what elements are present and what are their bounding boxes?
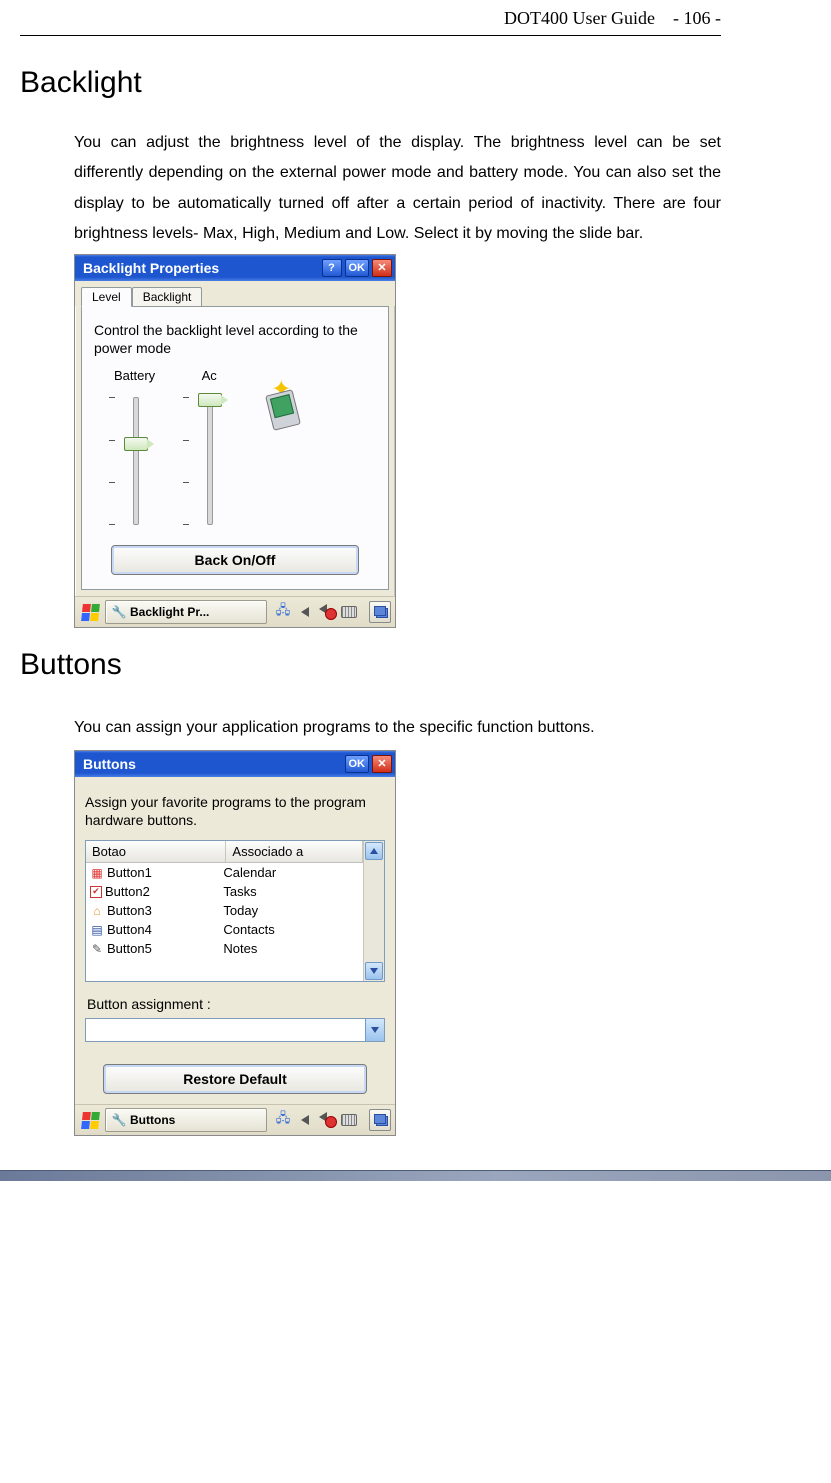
- volume-icon[interactable]: [297, 604, 313, 620]
- volume-icon[interactable]: [297, 1112, 313, 1128]
- row-assoc: Today: [217, 903, 363, 918]
- row-assoc: Tasks: [217, 884, 363, 899]
- doc-title: DOT400 User Guide: [504, 8, 655, 28]
- network-icon[interactable]: 🖧: [275, 604, 291, 620]
- label-button-assignment: Button assignment :: [87, 996, 385, 1012]
- window-backlight-properties: Backlight Properties ? OK ✕ Level Backli…: [74, 254, 396, 629]
- wrench-icon: 🔧: [112, 605, 126, 619]
- close-icon: ✕: [377, 757, 386, 770]
- heading-backlight: Backlight: [20, 66, 721, 100]
- row-name: Button1: [107, 865, 152, 880]
- list-header: Botao Associado a: [86, 841, 363, 863]
- row-name: Button5: [107, 941, 152, 956]
- scrollbar[interactable]: [363, 841, 384, 981]
- panel-instruction: Control the backlight level according to…: [94, 321, 376, 359]
- windows-stack-icon: [374, 1114, 386, 1126]
- assignment-combobox[interactable]: [85, 1018, 385, 1042]
- windows-flag-icon: [81, 604, 100, 621]
- page-number: - 106 -: [673, 8, 721, 28]
- page-footer-bar: [0, 1170, 831, 1181]
- taskbar-app-button[interactable]: 🔧 Backlight Pr...: [105, 600, 267, 624]
- panel-buttons: Assign your favorite programs to the pro…: [75, 777, 395, 1105]
- pda-icon: [265, 389, 301, 431]
- row-assoc: Notes: [217, 941, 363, 956]
- slider-thumb-ac[interactable]: [198, 393, 222, 407]
- contacts-icon: ▤: [90, 923, 104, 937]
- panel-instruction: Assign your favorite programs to the pro…: [85, 793, 385, 831]
- taskbar-app-button[interactable]: 🔧 Buttons: [105, 1108, 267, 1132]
- task-switch-button[interactable]: [369, 601, 391, 623]
- close-button[interactable]: ✕: [372, 755, 392, 773]
- volume-mute-icon[interactable]: [319, 604, 335, 620]
- paragraph-buttons: You can assign your application programs…: [74, 710, 721, 745]
- slider-battery[interactable]: [121, 391, 149, 531]
- scroll-down-button[interactable]: [365, 962, 383, 980]
- row-assoc: Contacts: [217, 922, 363, 937]
- close-button[interactable]: ✕: [372, 259, 392, 277]
- taskbar-app-label: Backlight Pr...: [130, 605, 209, 619]
- row-assoc: Calendar: [217, 865, 363, 880]
- ok-button[interactable]: OK: [345, 755, 370, 773]
- heading-buttons: Buttons: [20, 648, 721, 682]
- list-item[interactable]: ▦Button1 Calendar: [86, 863, 363, 882]
- task-switch-button[interactable]: [369, 1109, 391, 1131]
- windows-flag-icon: [81, 1112, 100, 1129]
- dropdown-button[interactable]: [365, 1019, 384, 1041]
- tab-panel-level: Control the backlight level according to…: [81, 306, 389, 591]
- windows-stack-icon: [374, 606, 386, 618]
- list-item[interactable]: ✎Button5 Notes: [86, 939, 363, 958]
- system-tray: 🖧: [271, 604, 361, 620]
- list-item[interactable]: ✔Button2 Tasks: [86, 882, 363, 901]
- assignment-input[interactable]: [86, 1019, 365, 1041]
- close-icon: ✕: [377, 261, 386, 274]
- tab-level[interactable]: Level: [81, 287, 132, 307]
- label-ac: Ac: [202, 368, 217, 387]
- slider-ac[interactable]: [195, 391, 223, 531]
- keyboard-icon[interactable]: [341, 604, 357, 620]
- taskbar-app-label: Buttons: [130, 1113, 175, 1127]
- label-battery: Battery: [114, 368, 155, 387]
- network-icon[interactable]: 🖧: [275, 1112, 291, 1128]
- titlebar: Buttons OK ✕: [75, 751, 395, 777]
- tab-backlight[interactable]: Backlight: [132, 287, 203, 306]
- row-name: Button4: [107, 922, 152, 937]
- slider-thumb-battery[interactable]: [124, 437, 148, 451]
- window-buttons: Buttons OK ✕ Assign your favorite progra…: [74, 750, 396, 1137]
- tasks-icon: ✔: [90, 886, 102, 898]
- taskbar: 🔧 Buttons 🖧: [75, 1104, 395, 1135]
- help-button[interactable]: ?: [322, 259, 342, 277]
- taskbar: 🔧 Backlight Pr... 🖧: [75, 596, 395, 627]
- window-title: Buttons: [83, 756, 342, 772]
- volume-mute-icon[interactable]: [319, 1112, 335, 1128]
- calendar-icon: ▦: [90, 866, 104, 880]
- home-icon: ⌂: [90, 904, 104, 918]
- button-listbox[interactable]: Botao Associado a ▦Button1 Calendar ✔But…: [85, 840, 385, 982]
- paragraph-backlight: You can adjust the brightness level of t…: [74, 128, 721, 250]
- tab-strip: Level Backlight: [75, 281, 395, 306]
- system-tray: 🖧: [271, 1112, 361, 1128]
- ok-button[interactable]: OK: [345, 259, 370, 277]
- wrench-icon: 🔧: [112, 1113, 126, 1127]
- row-name: Button3: [107, 903, 152, 918]
- list-item[interactable]: ⌂Button3 Today: [86, 901, 363, 920]
- restore-default-button[interactable]: Restore Default: [103, 1064, 367, 1094]
- header-rule: [20, 35, 721, 36]
- back-onoff-button[interactable]: Back On/Off: [111, 545, 359, 575]
- scroll-up-button[interactable]: [365, 842, 383, 860]
- device-icon: ✦: [263, 382, 309, 428]
- row-name: Button2: [105, 884, 150, 899]
- notes-icon: ✎: [90, 942, 104, 956]
- window-title: Backlight Properties: [83, 260, 319, 276]
- start-button[interactable]: [79, 1109, 101, 1131]
- list-item[interactable]: ▤Button4 Contacts: [86, 920, 363, 939]
- titlebar: Backlight Properties ? OK ✕: [75, 255, 395, 281]
- start-button[interactable]: [79, 601, 101, 623]
- header-col-button[interactable]: Botao: [86, 841, 226, 862]
- header-col-assoc[interactable]: Associado a: [226, 841, 363, 862]
- keyboard-icon[interactable]: [341, 1112, 357, 1128]
